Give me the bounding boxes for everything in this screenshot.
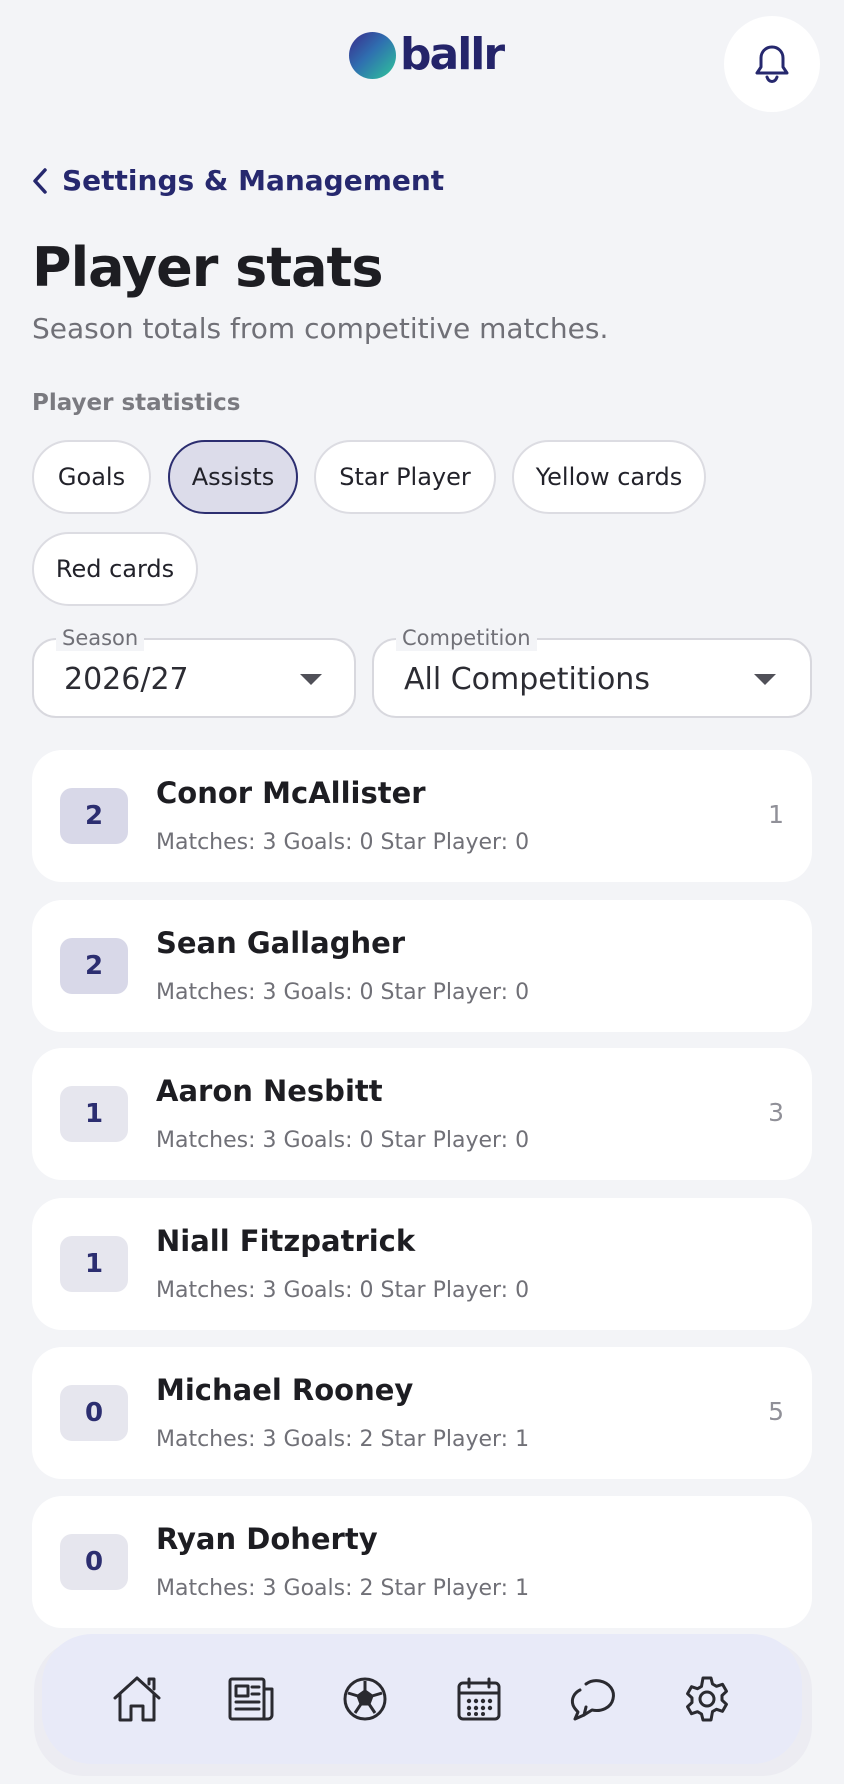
player-name: Conor McAllister bbox=[156, 776, 426, 810]
chip-yellow-cards[interactable]: Yellow cards bbox=[512, 440, 706, 514]
nav-calendar[interactable] bbox=[449, 1669, 509, 1729]
competition-select[interactable]: Competition All Competitions bbox=[372, 625, 812, 718]
bottom-nav bbox=[42, 1634, 802, 1764]
notifications-button[interactable] bbox=[724, 16, 820, 112]
player-meta: Matches: 3 Goals: 0 Star Player: 0 bbox=[156, 1128, 530, 1153]
season-select-label: Season bbox=[56, 625, 145, 651]
rank-badge: 2 bbox=[60, 938, 128, 994]
player-meta: Matches: 3 Goals: 2 Star Player: 1 bbox=[156, 1576, 530, 1601]
rank-badge: 0 bbox=[60, 1534, 128, 1590]
home-icon bbox=[111, 1674, 163, 1724]
player-card[interactable]: 1 Niall Fitzpatrick Matches: 3 Goals: 0 … bbox=[32, 1198, 812, 1330]
page-subtitle: Season totals from competitive matches. bbox=[32, 312, 609, 345]
player-stat-value: 5 bbox=[768, 1397, 784, 1426]
page-title: Player stats bbox=[32, 236, 383, 299]
news-icon bbox=[226, 1675, 276, 1723]
nav-chat[interactable] bbox=[563, 1669, 623, 1729]
player-name: Michael Rooney bbox=[156, 1373, 414, 1407]
player-meta: Matches: 3 Goals: 0 Star Player: 0 bbox=[156, 830, 530, 855]
chip-star-player[interactable]: Star Player bbox=[314, 440, 496, 514]
season-select[interactable]: Season 2026/27 bbox=[32, 625, 356, 718]
back-link[interactable]: Settings & Management bbox=[32, 164, 444, 197]
football-icon bbox=[341, 1675, 389, 1723]
settings-icon bbox=[682, 1674, 732, 1724]
ballr-logo[interactable]: ballr bbox=[349, 29, 505, 80]
player-name: Niall Fitzpatrick bbox=[156, 1224, 416, 1258]
back-link-label: Settings & Management bbox=[62, 164, 445, 197]
player-meta: Matches: 3 Goals: 0 Star Player: 0 bbox=[156, 980, 530, 1005]
competition-select-label: Competition bbox=[396, 625, 537, 651]
player-meta: Matches: 3 Goals: 0 Star Player: 0 bbox=[156, 1278, 530, 1303]
nav-news[interactable] bbox=[221, 1669, 281, 1729]
logo-text: ballr bbox=[400, 29, 505, 80]
player-stat-value: 1 bbox=[768, 800, 784, 829]
season-select-value: 2026/27 bbox=[64, 662, 189, 697]
player-card[interactable]: 2 Sean Gallagher Matches: 3 Goals: 0 Sta… bbox=[32, 900, 812, 1032]
player-card[interactable]: 0 Ryan Doherty Matches: 3 Goals: 2 Star … bbox=[32, 1496, 812, 1628]
caret-down-icon bbox=[754, 674, 776, 685]
logo-mark bbox=[349, 31, 396, 79]
player-name: Sean Gallagher bbox=[156, 926, 406, 960]
nav-settings[interactable] bbox=[677, 1669, 737, 1729]
competition-select-value: All Competitions bbox=[404, 662, 650, 697]
app-header: ballr bbox=[0, 0, 844, 120]
rank-badge: 2 bbox=[60, 788, 128, 844]
nav-home[interactable] bbox=[107, 1669, 167, 1729]
rank-badge: 1 bbox=[60, 1086, 128, 1142]
bell-icon bbox=[753, 43, 791, 85]
chip-assists[interactable]: Assists bbox=[168, 440, 298, 514]
rank-badge: 1 bbox=[60, 1236, 128, 1292]
chip-red-cards[interactable]: Red cards bbox=[32, 532, 198, 606]
player-card[interactable]: 1 Aaron Nesbitt Matches: 3 Goals: 0 Star… bbox=[32, 1048, 812, 1180]
player-name: Ryan Doherty bbox=[156, 1522, 378, 1556]
player-card[interactable]: 2 Conor McAllister Matches: 3 Goals: 0 S… bbox=[32, 750, 812, 882]
player-meta: Matches: 3 Goals: 2 Star Player: 1 bbox=[156, 1427, 530, 1452]
rank-badge: 0 bbox=[60, 1385, 128, 1441]
player-name: Aaron Nesbitt bbox=[156, 1074, 383, 1108]
section-label: Player statistics bbox=[32, 390, 241, 416]
player-stat-value: 3 bbox=[768, 1098, 784, 1127]
nav-matches[interactable] bbox=[335, 1669, 395, 1729]
chat-icon bbox=[568, 1676, 618, 1722]
chevron-left-icon bbox=[32, 167, 48, 195]
caret-down-icon bbox=[300, 674, 322, 685]
chip-goals[interactable]: Goals bbox=[32, 440, 151, 514]
player-card[interactable]: 0 Michael Rooney Matches: 3 Goals: 2 Sta… bbox=[32, 1347, 812, 1479]
calendar-icon bbox=[455, 1675, 503, 1723]
